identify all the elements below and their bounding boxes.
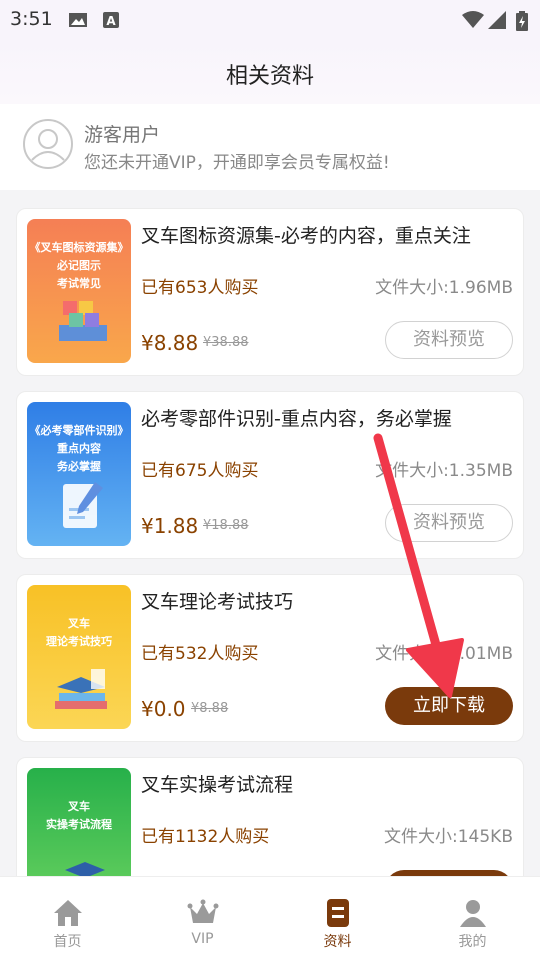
preview-button[interactable]: 资料预览 (385, 504, 513, 542)
cellular-signal-icon (488, 11, 506, 29)
document-illustration (63, 482, 103, 528)
cover-caption: 《叉车图标资源集》 必记图示 考试常见 (29, 241, 129, 290)
cover-caption: 叉车 实操考试流程 (46, 800, 112, 831)
svg-text:A: A (106, 14, 116, 28)
list-item[interactable]: 叉车 实操考试流程 叉车实操考试流程 已有1132人购买 文件大小:145KB (16, 757, 524, 876)
document-icon (326, 899, 349, 927)
home-icon (53, 900, 82, 926)
abc-blocks-illustration (59, 301, 107, 341)
price: ¥1.88 (141, 514, 199, 538)
resource-list[interactable]: 《叉车图标资源集》 必记图示 考试常见 叉车图标资源集-必考的内容，重点关注 已… (0, 190, 540, 876)
tab-bar: 首页 VIP 资料 我的 (0, 876, 540, 961)
item-title: 叉车图标资源集-必考的内容，重点关注 (141, 225, 471, 247)
list-item[interactable]: 《叉车图标资源集》 必记图示 考试常见 叉车图标资源集-必考的内容，重点关注 已… (16, 208, 524, 376)
tab-label: 我的 (458, 934, 487, 950)
user-name: 游客用户 (84, 124, 161, 146)
purchase-count: 已有675人购买 (141, 461, 259, 481)
avatar-icon (23, 119, 73, 169)
price: ¥0.0 (141, 697, 186, 721)
price: ¥8.88 (141, 331, 199, 355)
font-notification-icon: A (103, 12, 119, 28)
tab-label: VIP (191, 931, 214, 947)
crown-icon (187, 899, 218, 923)
person-icon (459, 900, 486, 927)
tab-resources[interactable]: 资料 (270, 877, 405, 961)
original-price: ¥8.88 (191, 701, 229, 716)
item-title: 叉车理论考试技巧 (141, 591, 294, 613)
preview-button[interactable]: 资料预览 (385, 321, 513, 359)
tab-home[interactable]: 首页 (0, 877, 135, 961)
tab-label: 首页 (53, 934, 82, 950)
tab-label: 资料 (323, 934, 352, 950)
books-illustration (55, 669, 107, 709)
tab-mine[interactable]: 我的 (405, 877, 540, 961)
cover-image: 叉车 实操考试流程 (27, 768, 131, 876)
purchase-count: 已有1132人购买 (141, 827, 270, 847)
user-info[interactable]: 游客用户 您还未开通VIP，开通即享会员专属权益! (0, 104, 540, 190)
cover-caption: 《必考零部件识别》 重点内容 务必掌握 (29, 424, 129, 473)
file-size: 文件大小:1.96MB (375, 278, 513, 298)
list-item[interactable]: 《必考零部件识别》 重点内容 务必掌握 必考零部件识别-重点内容，务必掌握 已有… (16, 391, 524, 559)
battery-icon (516, 11, 528, 31)
image-notification-icon (69, 13, 87, 27)
file-size: 文件大小:1.35MB (375, 461, 513, 481)
purchase-count: 已有532人购买 (141, 644, 259, 664)
download-button[interactable]: 立即下载 (385, 687, 513, 725)
page-header: 相关资料 (0, 40, 540, 104)
item-title: 必考零部件识别-重点内容，务必掌握 (141, 408, 452, 430)
original-price: ¥18.88 (203, 518, 249, 533)
list-item[interactable]: 叉车 理论考试技巧 叉车理论考试技巧 已有532人购买 文件大小:1.01MB … (16, 574, 524, 742)
cover-image: 叉车 理论考试技巧 (27, 585, 131, 729)
tab-vip[interactable]: VIP (135, 877, 270, 961)
cover-image: 《必考零部件识别》 重点内容 务必掌握 (27, 402, 131, 546)
item-title: 叉车实操考试流程 (141, 774, 294, 796)
file-size: 文件大小:145KB (384, 827, 513, 847)
status-time: 3:51 (10, 8, 53, 30)
cover-caption: 叉车 理论考试技巧 (46, 617, 112, 648)
original-price: ¥38.88 (203, 335, 249, 350)
purchase-count: 已有653人购买 (141, 278, 259, 298)
vip-hint: 您还未开通VIP，开通即享会员专属权益! (84, 153, 390, 173)
wifi-icon (462, 11, 484, 28)
file-size: 文件大小:1.01MB (375, 644, 513, 664)
status-bar: 3:51 A (0, 0, 540, 40)
graduation-illustration (65, 862, 105, 876)
cover-image: 《叉车图标资源集》 必记图示 考试常见 (27, 219, 131, 363)
page-title: 相关资料 (225, 64, 314, 89)
